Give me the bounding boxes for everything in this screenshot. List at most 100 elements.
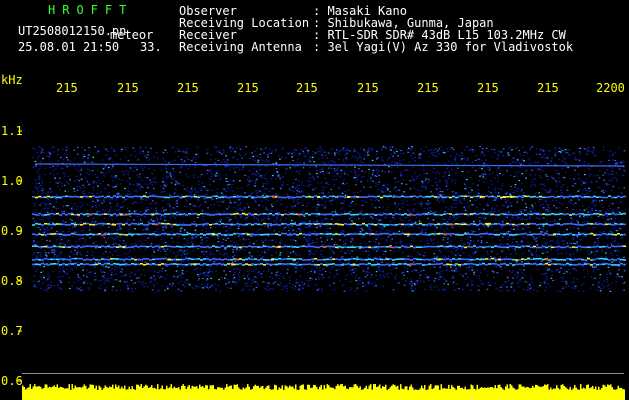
noise-speck [478, 240, 480, 242]
noise-speck [534, 178, 536, 180]
noise-speck [488, 190, 490, 193]
noise-speck [372, 174, 374, 176]
noise-speck [535, 251, 537, 253]
noise-speck [282, 147, 284, 149]
noise-speck [259, 267, 261, 269]
noise-speck [606, 278, 608, 281]
noise-speck [342, 149, 344, 151]
noise-speck [573, 178, 575, 180]
noise-speck [243, 249, 245, 251]
noise-speck [211, 271, 214, 273]
noise-speck [156, 220, 159, 222]
noise-speck [308, 243, 310, 245]
noise-speck [579, 189, 581, 191]
noise-speck [453, 217, 455, 219]
noise-speck [298, 285, 301, 287]
noise-speck [553, 149, 556, 151]
noise-speck [451, 162, 453, 164]
noise-speck [494, 189, 496, 191]
noise-speck [302, 221, 305, 223]
noise-speck [568, 265, 571, 267]
noise-speck [419, 274, 422, 276]
noise-speck [342, 290, 345, 292]
noise-speck [410, 240, 413, 242]
noise-speck [250, 198, 253, 200]
noise-speck [203, 237, 205, 239]
noise-speck [148, 203, 151, 205]
noise-speck [40, 276, 43, 279]
noise-speck [464, 278, 467, 280]
noise-speck [521, 199, 524, 201]
noise-speck [195, 165, 197, 167]
noise-speck [466, 201, 469, 204]
noise-speck [80, 218, 83, 220]
noise-speck [510, 205, 513, 207]
noise-speck [583, 160, 586, 163]
noise-speck [87, 157, 89, 159]
noise-speck [408, 161, 411, 163]
noise-speck [218, 264, 221, 266]
noise-speck [304, 155, 306, 157]
noise-speck [451, 147, 453, 149]
noise-speck [616, 229, 619, 232]
noise-speck [514, 250, 517, 252]
noise-speck [260, 239, 263, 242]
noise-speck [345, 239, 347, 241]
noise-speck [95, 204, 97, 206]
noise-speck [227, 256, 229, 258]
noise-speck [569, 227, 571, 229]
noise-speck [125, 164, 127, 167]
noise-speck [251, 255, 253, 257]
noise-speck [420, 148, 422, 150]
noise-speck [316, 172, 318, 175]
noise-speck [282, 181, 285, 184]
noise-speck [41, 182, 44, 184]
noise-speck [296, 199, 299, 201]
noise-speck [287, 153, 290, 155]
noise-speck [235, 268, 237, 270]
noise-speck [613, 177, 616, 179]
noise-speck [131, 235, 133, 237]
noise-speck [367, 154, 369, 156]
noise-speck [616, 178, 618, 180]
noise-speck [583, 148, 586, 150]
noise-speck [495, 187, 497, 189]
noise-speck [232, 147, 234, 149]
noise-speck [363, 149, 365, 151]
noise-speck [248, 252, 251, 254]
noise-speck [210, 168, 212, 170]
noise-speck [496, 244, 499, 246]
noise-speck [369, 179, 372, 181]
noise-speck [602, 174, 605, 176]
noise-speck [408, 226, 410, 228]
noise-speck [117, 192, 120, 194]
noise-speck [315, 166, 318, 168]
noise-speck [140, 282, 142, 284]
noise-speck [247, 276, 249, 278]
noise-speck [135, 244, 138, 246]
noise-speck [226, 252, 228, 255]
noise-speck [92, 197, 94, 199]
noise-speck [40, 202, 43, 204]
noise-speck [438, 289, 440, 291]
noise-speck [388, 265, 391, 267]
noise-speck [89, 225, 91, 227]
noise-speck [147, 184, 149, 186]
noise-speck [589, 150, 591, 152]
noise-speck [186, 249, 188, 251]
noise-speck [291, 219, 293, 222]
noise-speck [42, 216, 45, 218]
noise-speck [379, 274, 382, 276]
noise-speck [517, 226, 519, 228]
noise-speck [451, 181, 453, 183]
noise-speck [42, 270, 44, 272]
noise-speck [107, 266, 110, 268]
noise-speck [65, 164, 67, 166]
noise-speck [228, 281, 230, 283]
noise-speck [612, 155, 614, 157]
noise-speck [71, 227, 74, 229]
noise-speck [342, 182, 344, 184]
noise-speck [166, 248, 169, 250]
noise-speck [443, 175, 446, 177]
noise-speck [199, 256, 201, 258]
